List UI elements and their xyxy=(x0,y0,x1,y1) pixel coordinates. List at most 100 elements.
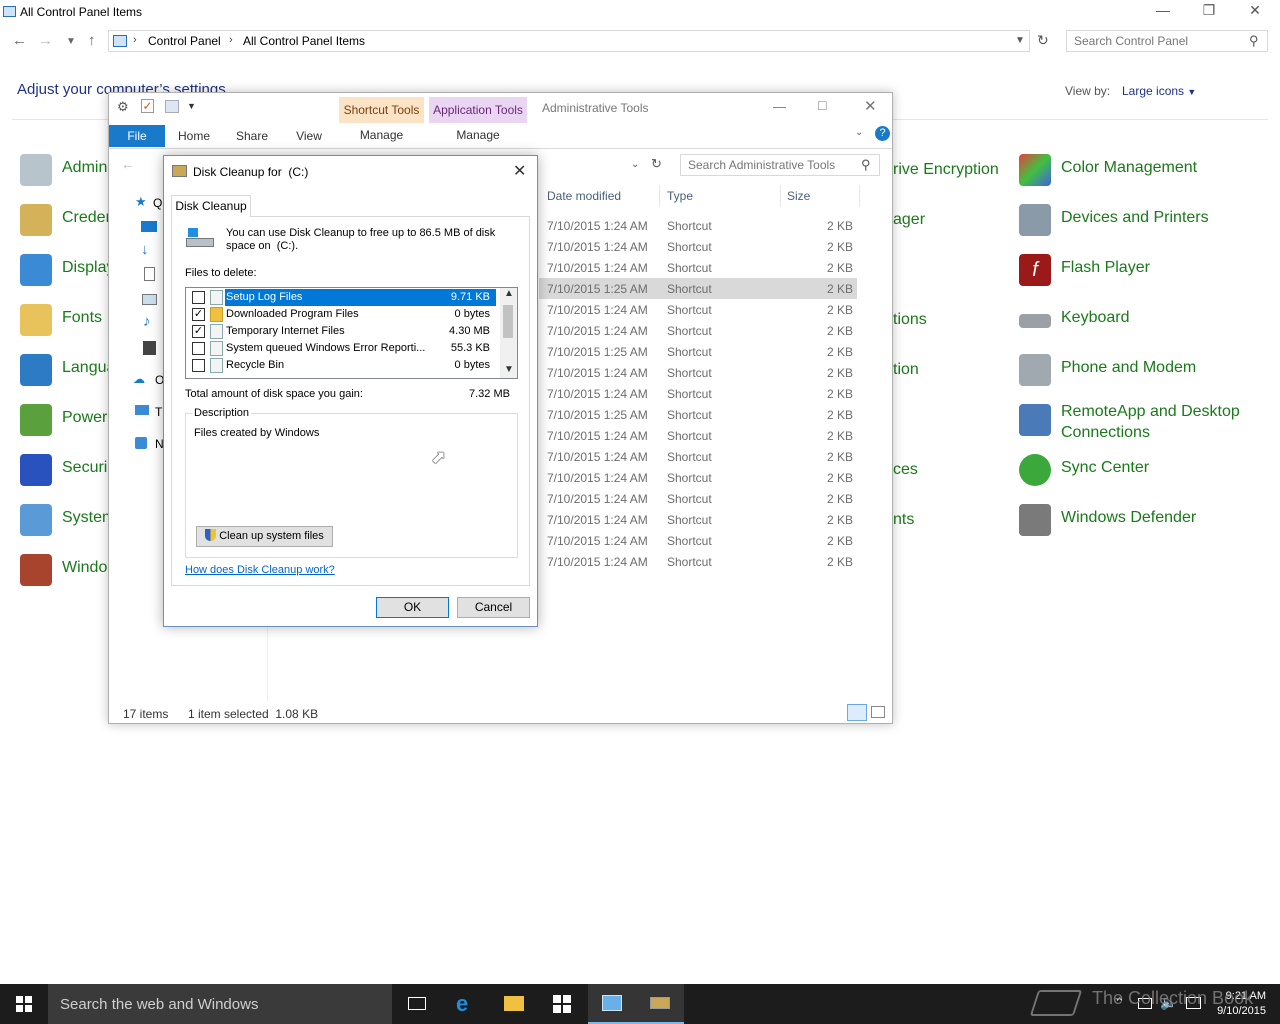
table-row[interactable]: 7/10/2015 1:24 AM Shortcut 2 KB xyxy=(539,488,857,509)
list-item[interactable]: Setup Log Files 9.71 KB xyxy=(186,289,500,306)
cp-item-color-management[interactable]: Color Management xyxy=(1019,154,1239,194)
application-tools-tab[interactable]: Application Tools Manage xyxy=(429,97,527,147)
large-icons-view-icon[interactable] xyxy=(871,706,885,718)
maximize-button[interactable]: □ xyxy=(818,97,826,113)
ok-button[interactable]: OK xyxy=(376,597,449,618)
list-item[interactable]: Recycle Bin 0 bytes xyxy=(186,357,500,374)
column-date-modified[interactable]: Date modified xyxy=(547,189,621,203)
tab-file[interactable]: File xyxy=(109,125,165,147)
edge-button[interactable]: e xyxy=(442,984,490,1024)
breadcrumb-control-panel[interactable]: Control Panel xyxy=(148,34,221,48)
properties-icon[interactable]: ⚙ xyxy=(117,99,129,115)
cp-item-phone-and-modem[interactable]: Phone and Modem xyxy=(1019,354,1239,394)
close-button[interactable]: ✕ xyxy=(1232,2,1278,19)
checkmark-icon[interactable]: ✓ xyxy=(141,99,154,113)
videos-icon[interactable] xyxy=(143,341,156,355)
music-note-icon[interactable]: ♪ xyxy=(143,313,151,330)
quick-access-star-icon[interactable]: ★ xyxy=(135,194,147,210)
tab-disk-cleanup[interactable]: Disk Cleanup xyxy=(171,195,251,217)
table-row[interactable]: 7/10/2015 1:25 AM Shortcut 2 KB xyxy=(539,278,857,299)
address-bar[interactable]: › Control Panel › All Control Panel Item… xyxy=(108,30,1030,52)
cp-item-display[interactable]: Display xyxy=(20,254,120,294)
table-row[interactable]: 7/10/2015 1:24 AM Shortcut 2 KB xyxy=(539,509,857,530)
cp-item-remoteapp[interactable]: RemoteApp and Desktop Connections xyxy=(1019,403,1259,446)
table-row[interactable]: 7/10/2015 1:24 AM Shortcut 2 KB xyxy=(539,236,857,257)
address-dropdown-icon[interactable]: ▼ xyxy=(1015,35,1025,46)
scroll-thumb[interactable] xyxy=(503,305,513,338)
cp-item-fonts[interactable]: Fonts xyxy=(20,304,120,344)
table-row[interactable]: 7/10/2015 1:24 AM Shortcut 2 KB xyxy=(539,215,857,236)
table-row[interactable]: 7/10/2015 1:24 AM Shortcut 2 KB xyxy=(539,320,857,341)
cp-item-sync-center[interactable]: Sync Center xyxy=(1019,454,1239,494)
cp-item-system[interactable]: System xyxy=(20,504,120,544)
cp-item-user-accounts[interactable]: nts xyxy=(893,511,914,529)
this-pc-icon[interactable] xyxy=(135,405,149,415)
application-manage-tab[interactable]: Manage xyxy=(429,123,527,147)
shortcut-tools-tab[interactable]: Shortcut Tools Manage xyxy=(339,97,424,147)
column-type[interactable]: Type xyxy=(667,189,693,203)
list-scrollbar[interactable]: ▲ ▼ xyxy=(500,288,517,378)
back-arrow-icon[interactable]: ← xyxy=(12,32,27,49)
up-arrow-icon[interactable]: ↑ xyxy=(88,32,96,49)
help-icon[interactable]: ? xyxy=(875,126,890,141)
pictures-icon[interactable] xyxy=(142,294,157,305)
close-icon[interactable]: ✕ xyxy=(513,161,526,181)
cp-item-windows-firewall[interactable]: Windo xyxy=(20,554,120,594)
view-by-dropdown[interactable]: Large icons ▼ xyxy=(1122,84,1196,98)
table-row[interactable]: 7/10/2015 1:25 AM Shortcut 2 KB xyxy=(539,341,857,362)
table-row[interactable]: 7/10/2015 1:24 AM Shortcut 2 KB xyxy=(539,425,857,446)
desktop-icon[interactable] xyxy=(141,221,157,232)
cp-item-credential-manager[interactable]: Creden xyxy=(20,204,120,244)
cancel-button[interactable]: Cancel xyxy=(457,597,530,618)
explorer-search-box[interactable]: Search Administrative Tools ⚲ xyxy=(680,154,880,176)
cp-item-location[interactable]: tion xyxy=(893,361,919,379)
cp-item-security[interactable]: Securi xyxy=(20,454,120,494)
taskbar-search-box[interactable]: Search the web and Windows xyxy=(48,984,392,1024)
cp-item-folder-options[interactable]: tions xyxy=(893,311,927,329)
table-row[interactable]: 7/10/2015 1:25 AM Shortcut 2 KB xyxy=(539,404,857,425)
table-row[interactable]: 7/10/2015 1:24 AM Shortcut 2 KB xyxy=(539,362,857,383)
breadcrumb-all-items[interactable]: All Control Panel Items xyxy=(243,34,365,48)
minimize-button[interactable]: — xyxy=(1140,2,1186,18)
close-button[interactable]: ✕ xyxy=(864,97,877,115)
refresh-icon[interactable]: ↻ xyxy=(651,156,662,172)
list-item[interactable]: ✓ Downloaded Program Files 0 bytes xyxy=(186,306,500,323)
column-size[interactable]: Size xyxy=(787,189,810,203)
files-to-delete-list[interactable]: Setup Log Files 9.71 KB ✓ Downloaded Progra… xyxy=(185,287,518,379)
cp-item-keyboard[interactable]: Keyboard xyxy=(1019,304,1239,344)
control-panel-taskbar-button[interactable] xyxy=(588,984,636,1024)
start-button[interactable] xyxy=(0,984,48,1024)
table-row[interactable]: 7/10/2015 1:24 AM Shortcut 2 KB xyxy=(539,530,857,551)
file-checkbox[interactable]: ✓ xyxy=(192,308,205,321)
file-checkbox[interactable] xyxy=(192,359,205,372)
refresh-icon[interactable]: ↻ xyxy=(1037,32,1049,49)
nav-quick-access[interactable]: Q xyxy=(153,196,162,210)
downloads-arrow-icon[interactable]: ↓ xyxy=(141,241,149,258)
store-button[interactable] xyxy=(538,984,586,1024)
back-arrow-icon[interactable]: ← xyxy=(121,156,135,172)
cp-item-power-options[interactable]: Power xyxy=(20,404,120,444)
cp-item-devices-and-printers[interactable]: Devices and Printers xyxy=(1019,204,1239,244)
control-panel-search-box[interactable]: Search Control Panel ⚲ xyxy=(1066,30,1268,52)
cp-item-language[interactable]: Langua xyxy=(20,354,120,394)
task-view-button[interactable] xyxy=(392,984,440,1024)
tab-home[interactable]: Home xyxy=(169,125,219,147)
file-checkbox[interactable]: ✓ xyxy=(192,325,205,338)
list-item[interactable]: ✓ Temporary Internet Files 4.30 MB xyxy=(186,323,500,340)
search-icon[interactable]: ⚲ xyxy=(861,157,871,173)
recent-dropdown-icon[interactable]: ▼ xyxy=(66,36,76,47)
address-dropdown-icon[interactable]: ⌄ xyxy=(631,159,639,170)
ribbon-expand-icon[interactable]: ⌄ xyxy=(855,127,863,138)
clean-up-system-files-button[interactable]: Clean up system files xyxy=(196,526,333,547)
list-item[interactable]: System queued Windows Error Reporti... 55… xyxy=(186,340,500,357)
table-row[interactable]: 7/10/2015 1:24 AM Shortcut 2 KB xyxy=(539,551,857,572)
table-row[interactable]: 7/10/2015 1:24 AM Shortcut 2 KB xyxy=(539,299,857,320)
cp-item-admin-tools[interactable]: Admin xyxy=(20,154,120,194)
cp-item-flash-player[interactable]: f Flash Player xyxy=(1019,254,1239,294)
tab-view[interactable]: View xyxy=(284,125,334,147)
scroll-down-icon[interactable]: ▼ xyxy=(504,364,514,375)
table-row[interactable]: 7/10/2015 1:24 AM Shortcut 2 KB xyxy=(539,446,857,467)
minimize-button[interactable]: — xyxy=(773,99,786,114)
scroll-up-icon[interactable]: ▲ xyxy=(504,288,514,299)
onedrive-cloud-icon[interactable]: ☁ xyxy=(133,372,145,386)
